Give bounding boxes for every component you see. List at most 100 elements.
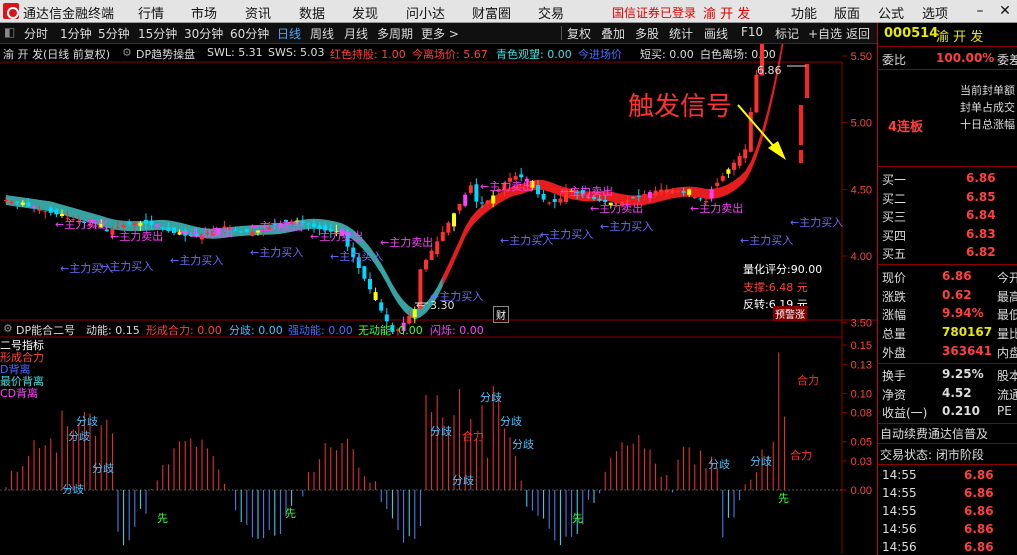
tick-time: 14:56 xyxy=(882,522,917,536)
overlay-button[interactable]: 叠加 xyxy=(601,25,625,42)
divider xyxy=(561,26,562,40)
bid-row[interactable]: 买三 6.84 xyxy=(878,207,1017,225)
stat-value: 6.86 xyxy=(942,269,972,283)
stat-label: 涨跌 xyxy=(882,289,907,304)
divergence-label: 分歧 xyxy=(68,430,90,443)
bid-label: 买四 xyxy=(882,228,907,243)
price-tick-label: 5.00 xyxy=(851,118,872,130)
candle-body xyxy=(4,200,8,202)
menu-item-gongshi[interactable]: 公式 xyxy=(878,3,904,22)
candle-body xyxy=(37,209,42,211)
trade-state: 交易状态: 闭市阶段 xyxy=(880,448,984,462)
menu-item-caifuquan[interactable]: 财富圈 xyxy=(472,3,511,22)
stat-label: 总量 xyxy=(882,327,907,341)
notice-text[interactable]: 自动续费通达信普及 xyxy=(880,425,988,442)
candle-body xyxy=(631,197,636,199)
tick-row: 14:55 6.86 xyxy=(878,503,1017,521)
period-5min[interactable]: 5分钟 xyxy=(98,25,130,42)
fuquan-button[interactable]: 复权 xyxy=(567,25,591,42)
period-30min[interactable]: 30分钟 xyxy=(184,25,223,42)
stat-extra-label: PE xyxy=(997,404,1012,418)
close-icon[interactable]: ✕ xyxy=(995,1,1015,21)
candle-body xyxy=(15,201,20,204)
period-multi[interactable]: 多周期 xyxy=(377,25,413,42)
sub-tick-label: 0.00 xyxy=(851,485,872,497)
tick-time: 14:55 xyxy=(882,504,917,518)
stat-label: 涨幅 xyxy=(882,308,907,322)
candle-body xyxy=(306,223,311,225)
menu-item-jiaoyi[interactable]: 交易 xyxy=(538,3,564,22)
stats-button[interactable]: 统计 xyxy=(669,25,693,42)
menu-item-banmian[interactable]: 版面 xyxy=(834,3,860,22)
stat-extra-label: 内盘 xyxy=(997,346,1017,360)
menu-item-shuju[interactable]: 数据 xyxy=(299,3,325,22)
period-fenshi[interactable]: 分时 xyxy=(24,25,48,42)
menu-item-xuanxiang[interactable]: 选项 xyxy=(922,3,948,22)
buy-signal-label: ←主力买入 xyxy=(790,216,843,229)
sell-signal-label: ←主力卖出 xyxy=(380,235,433,249)
sell-signal-label: ←主力卖出 xyxy=(55,217,108,231)
candle-body xyxy=(312,223,316,227)
sub-indicator-name[interactable]: DP能合二号 xyxy=(16,322,75,338)
candle-body xyxy=(239,231,244,233)
candle-body xyxy=(424,259,428,270)
minimize-icon[interactable]: – xyxy=(970,1,990,21)
sell-signal-label: ←主力卖出 xyxy=(310,229,363,243)
candle-body xyxy=(687,189,692,195)
stat-extra-label: 量比 xyxy=(997,327,1017,341)
period-weekly[interactable]: 周线 xyxy=(310,25,334,42)
divergence-label: 分歧 xyxy=(480,391,502,404)
login-status[interactable]: 国信证券已登录 xyxy=(612,4,696,21)
draw-line-button[interactable]: 画线 xyxy=(704,25,728,42)
menu-item-faxian[interactable]: 发现 xyxy=(352,3,378,22)
multi-stock-button[interactable]: 多股 xyxy=(635,25,659,42)
note-seal-amount: 当前封单额 xyxy=(960,84,1015,97)
period-more[interactable]: 更多 > xyxy=(421,25,459,42)
bid-row[interactable]: 买五 6.82 xyxy=(878,244,1017,262)
bid-label: 买二 xyxy=(882,191,907,206)
candle-body xyxy=(435,241,440,255)
divergence-label: 分歧 xyxy=(76,415,98,428)
bid-row[interactable]: 买四 6.83 xyxy=(878,226,1017,244)
period-60min[interactable]: 60分钟 xyxy=(230,25,269,42)
period-1min[interactable]: 1分钟 xyxy=(60,25,92,42)
menu-item-hangqing[interactable]: 行情 xyxy=(138,3,164,22)
bid-row[interactable]: 买二 6.85 xyxy=(878,189,1017,207)
divergence-label: 分歧 xyxy=(62,483,84,496)
stat-value: 363641 xyxy=(942,344,993,358)
tick-time: 14:56 xyxy=(882,540,917,554)
alert-tag[interactable]: 预警涨 xyxy=(773,306,807,321)
price-tick-label: 5.50 xyxy=(851,51,872,63)
panel-toggle-icon[interactable]: ◧ xyxy=(4,25,15,39)
period-monthly[interactable]: 月线 xyxy=(344,25,368,42)
mark-button[interactable]: 标记 xyxy=(775,25,799,42)
sell-signal-label: ←主力卖出 xyxy=(560,184,613,198)
candle-body xyxy=(670,189,675,194)
candle-body xyxy=(172,227,176,233)
force-label: 合力 xyxy=(790,448,812,462)
price-tick-label: 4.00 xyxy=(851,251,872,263)
note-seal-ratio: 封单占成交 xyxy=(960,101,1015,114)
gear-icon[interactable]: ⚙ xyxy=(3,322,13,335)
f10-button[interactable]: F10 xyxy=(741,25,763,39)
menu-item-wenxiaoda[interactable]: 问小达 xyxy=(406,3,445,22)
candle-body xyxy=(463,194,468,206)
candle-body xyxy=(452,213,456,227)
menu-item-shichang[interactable]: 市场 xyxy=(191,3,217,22)
menu-item-gongneng[interactable]: 功能 xyxy=(791,3,817,22)
add-watchlist-button[interactable]: +自选 xyxy=(808,25,842,42)
legend-item: CD背离 xyxy=(0,387,39,400)
candle-body xyxy=(715,182,720,187)
force-label: 合力 xyxy=(797,373,819,387)
stat-value: 4.52 xyxy=(942,385,972,400)
buy-signal-label: ←主力买入 xyxy=(740,234,793,247)
back-button[interactable]: 返回 xyxy=(846,25,870,42)
sub-tick-label: 0.05 xyxy=(851,437,872,449)
high-price-label: 6.86 xyxy=(757,64,782,77)
news-tag[interactable]: 财 xyxy=(493,306,509,323)
menu-item-zixun[interactable]: 资讯 xyxy=(245,3,271,22)
bid-row[interactable]: 买一 6.86 xyxy=(878,170,1017,188)
candle-body xyxy=(149,220,154,225)
period-daily[interactable]: 日线 xyxy=(277,25,301,42)
period-15min[interactable]: 15分钟 xyxy=(138,25,177,42)
